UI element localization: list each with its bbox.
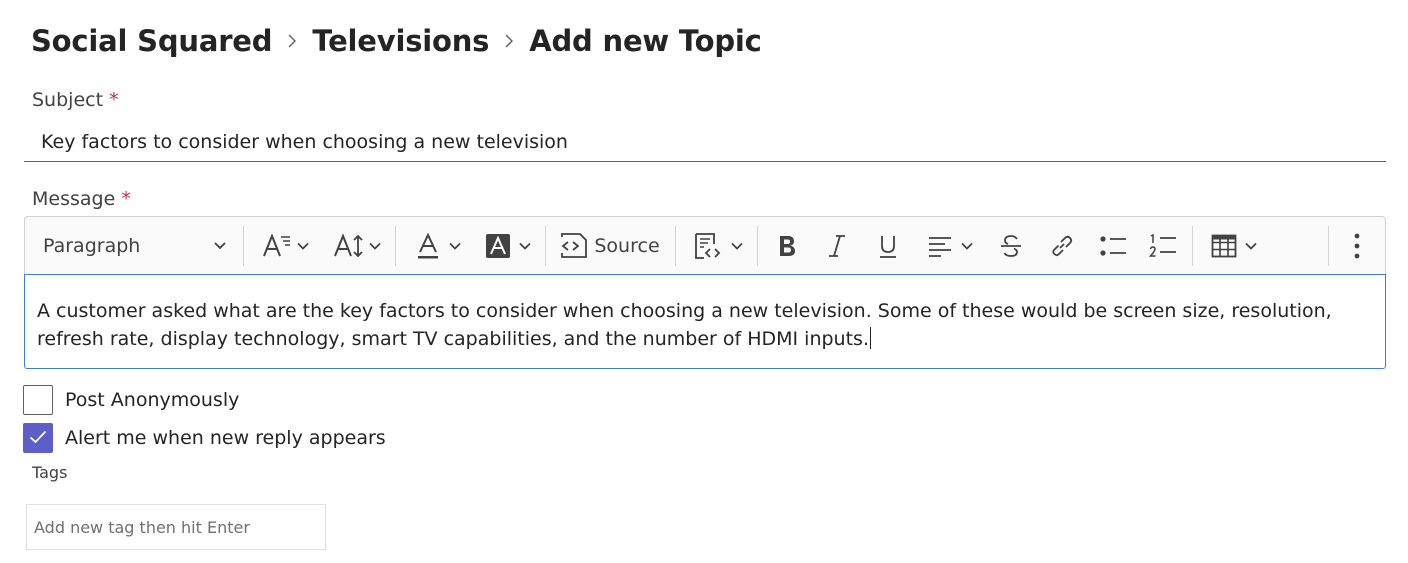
message-content: A customer asked what are the key factor… [37, 300, 1332, 350]
more-options-icon [1353, 233, 1361, 259]
message-label-text: Message [32, 188, 116, 210]
tags-label: Tags [32, 463, 68, 482]
underline-icon [877, 233, 899, 259]
highlight-color-icon [485, 233, 511, 259]
font-size-icon [261, 232, 293, 260]
message-editor[interactable]: A customer asked what are the key factor… [24, 274, 1386, 369]
block-format-dropdown[interactable]: Paragraph [43, 217, 227, 275]
bold-icon [776, 233, 798, 259]
strikethrough-icon [999, 233, 1023, 259]
subject-label-text: Subject [32, 89, 104, 111]
required-mark: * [121, 188, 131, 210]
breadcrumb: Social Squared Televisions Add new Topic [31, 20, 762, 62]
font-size-button[interactable] [255, 217, 315, 275]
italic-button[interactable] [817, 217, 857, 275]
line-height-button[interactable] [327, 217, 387, 275]
chevron-down-icon [1245, 242, 1257, 250]
more-options-button[interactable] [1339, 217, 1375, 275]
tag-input[interactable] [26, 504, 326, 550]
toolbar-separator [1192, 226, 1193, 266]
editor-toolbar: Paragraph Source [24, 216, 1386, 274]
numbered-list-icon [1149, 233, 1177, 259]
insert-template-icon [693, 231, 723, 261]
chevron-right-icon [281, 20, 303, 62]
chevron-down-icon [961, 242, 973, 250]
table-icon [1211, 234, 1237, 258]
message-label: Message * [32, 188, 131, 210]
alert-me-checkbox[interactable] [23, 423, 53, 453]
source-label: Source [594, 235, 660, 257]
toolbar-separator [545, 226, 546, 266]
bulleted-list-button[interactable] [1093, 217, 1133, 275]
toolbar-separator [757, 226, 758, 266]
toolbar-separator [1328, 226, 1329, 266]
toolbar-separator [243, 226, 244, 266]
bold-button[interactable] [767, 217, 807, 275]
page-title: Add new Topic [529, 24, 762, 58]
align-button[interactable] [919, 217, 981, 275]
highlight-color-button[interactable] [479, 217, 537, 275]
text-caret [870, 327, 871, 349]
post-anonymously-label[interactable]: Post Anonymously [65, 389, 239, 411]
chevron-down-icon [297, 242, 309, 250]
italic-icon [827, 233, 847, 259]
source-code-icon [558, 231, 588, 261]
post-anonymously-checkbox[interactable] [23, 385, 53, 415]
breadcrumb-item-social-squared[interactable]: Social Squared [31, 24, 273, 58]
subject-input[interactable] [24, 122, 1386, 162]
toolbar-separator [675, 226, 676, 266]
chevron-down-icon [519, 242, 531, 250]
breadcrumb-item-televisions[interactable]: Televisions [312, 24, 489, 58]
font-color-icon [415, 232, 441, 260]
required-mark: * [109, 89, 119, 111]
align-icon [927, 235, 953, 257]
insert-table-button[interactable] [1203, 217, 1265, 275]
chevron-down-icon [731, 242, 743, 250]
bulleted-list-icon [1099, 234, 1127, 258]
toolbar-separator [395, 226, 396, 266]
chevron-right-icon [498, 20, 520, 62]
chevron-down-icon [213, 241, 227, 251]
line-height-icon [333, 232, 365, 260]
underline-button[interactable] [868, 217, 908, 275]
font-color-button[interactable] [409, 217, 467, 275]
checkmark-icon [29, 429, 47, 448]
numbered-list-button[interactable] [1143, 217, 1183, 275]
block-format-label: Paragraph [43, 235, 141, 257]
link-icon [1049, 233, 1075, 259]
source-button[interactable]: Source [558, 217, 660, 275]
insert-template-button[interactable] [687, 217, 749, 275]
strikethrough-button[interactable] [991, 217, 1031, 275]
link-button[interactable] [1042, 217, 1082, 275]
chevron-down-icon [369, 242, 381, 250]
subject-label: Subject * [32, 89, 119, 111]
chevron-down-icon [449, 242, 461, 250]
alert-me-label[interactable]: Alert me when new reply appears [65, 427, 386, 449]
